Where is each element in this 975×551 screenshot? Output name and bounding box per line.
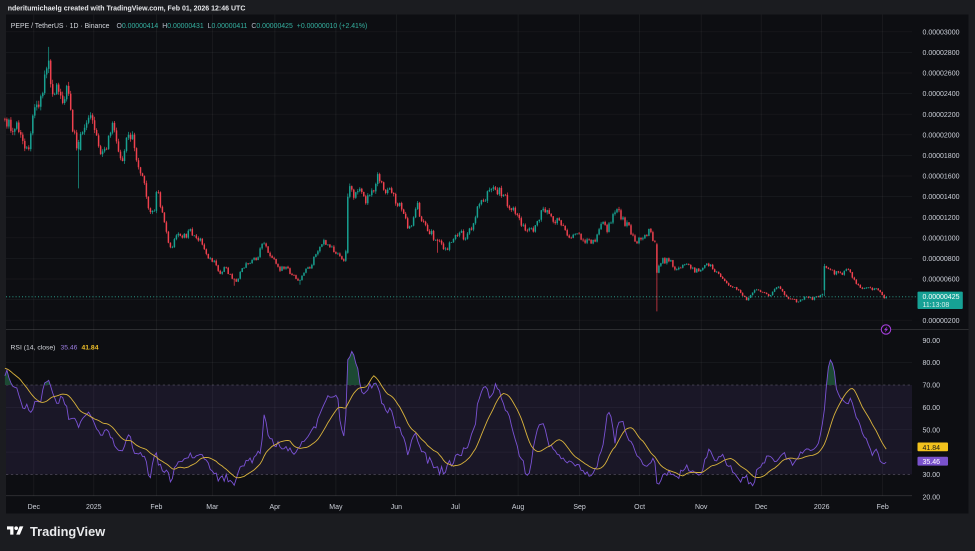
svg-text:80.00: 80.00 (923, 360, 941, 367)
svg-text:TradingView: TradingView (30, 524, 105, 539)
svg-text:0.00002600: 0.00002600 (923, 71, 960, 78)
svg-text:0.00000600: 0.00000600 (923, 277, 960, 284)
svg-text:0.00000800: 0.00000800 (923, 256, 960, 263)
svg-text:0.00002200: 0.00002200 (923, 112, 960, 119)
svg-text:30.00: 30.00 (923, 472, 941, 479)
svg-text:2026: 2026 (814, 504, 830, 511)
svg-text:0.00001000: 0.00001000 (923, 235, 960, 242)
svg-text:0.00000200: 0.00000200 (923, 318, 960, 325)
svg-text:0.00002800: 0.00002800 (923, 50, 960, 57)
svg-text:nderitumichaelg created with T: nderitumichaelg created with TradingView… (8, 6, 246, 13)
svg-text:Sep: Sep (573, 504, 586, 511)
svg-text:Dec: Dec (755, 504, 768, 511)
svg-text:Feb: Feb (877, 504, 889, 511)
svg-text:90.00: 90.00 (923, 338, 941, 345)
svg-text:Feb: Feb (150, 504, 162, 511)
svg-text:0.00001200: 0.00001200 (923, 215, 960, 222)
svg-text:Dec: Dec (28, 504, 41, 511)
svg-text:May: May (329, 504, 343, 511)
svg-text:70.00: 70.00 (923, 383, 941, 390)
svg-text:0.00002000: 0.00002000 (923, 132, 960, 139)
svg-text:60.00: 60.00 (923, 405, 941, 412)
svg-text:Jul: Jul (451, 504, 460, 511)
svg-text:20.00: 20.00 (923, 494, 941, 501)
svg-text:35.46: 35.46 (923, 459, 941, 466)
svg-text:Jun: Jun (391, 504, 402, 511)
svg-text:2025: 2025 (86, 504, 102, 511)
svg-text:0.00003000: 0.00003000 (923, 29, 960, 36)
svg-text:0.00002400: 0.00002400 (923, 91, 960, 98)
svg-text:PEPE / TetherUS · 1D · Binance: PEPE / TetherUS · 1D · BinanceO0.0000041… (11, 23, 368, 30)
svg-text:41.84: 41.84 (923, 445, 941, 452)
svg-text:0.00001600: 0.00001600 (923, 174, 960, 181)
svg-text:Oct: Oct (634, 504, 645, 511)
svg-text:Mar: Mar (206, 504, 219, 511)
svg-text:0.00000425: 0.00000425 (923, 294, 960, 301)
svg-text:50.00: 50.00 (923, 427, 941, 434)
svg-text:0.00001800: 0.00001800 (923, 153, 960, 160)
svg-text:11:13:08: 11:13:08 (923, 302, 950, 309)
svg-text:RSI (14, close)35.4641.84: RSI (14, close)35.4641.84 (11, 345, 99, 352)
svg-text:0.00001400: 0.00001400 (923, 194, 960, 201)
svg-text:Nov: Nov (695, 504, 708, 511)
svg-text:Apr: Apr (269, 504, 281, 511)
svg-text:Aug: Aug (512, 504, 525, 511)
